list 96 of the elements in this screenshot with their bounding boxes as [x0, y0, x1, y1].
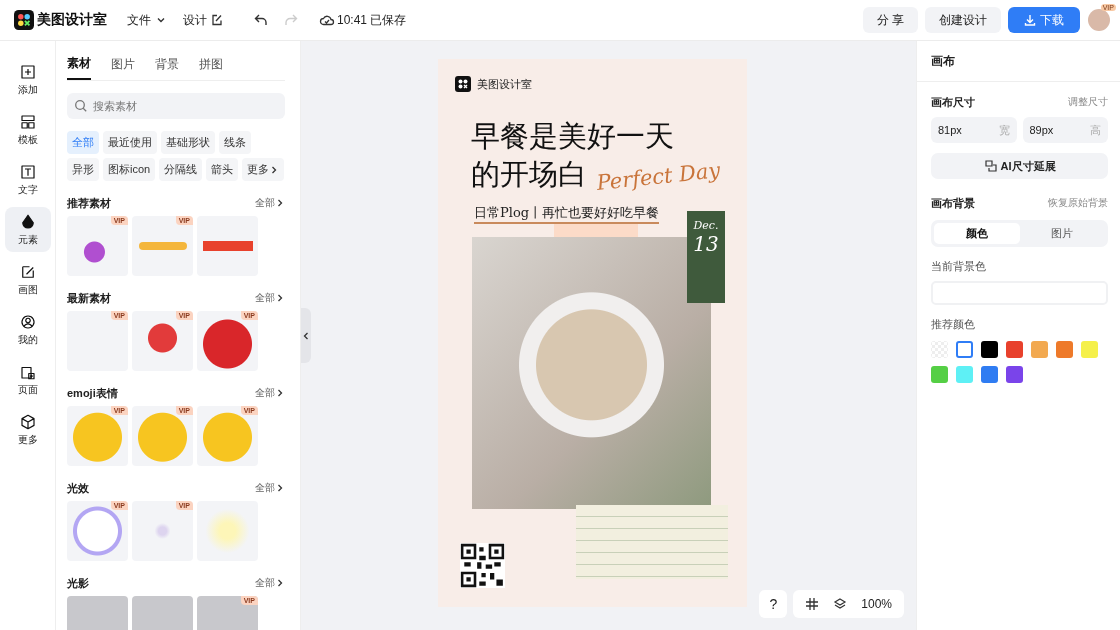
panel-tab[interactable]: 图片 — [111, 53, 135, 80]
see-all-link[interactable]: 全部 — [255, 481, 285, 495]
qr-code-drawing — [460, 543, 505, 588]
section-title: 推荐素材 — [67, 195, 111, 211]
section-title: emoji表情 — [67, 385, 118, 401]
sidebar-item[interactable]: 模板 — [4, 107, 51, 152]
poster-brand: 美图设计室 — [477, 76, 532, 92]
color-swatch[interactable] — [1006, 341, 1023, 358]
text-icon — [18, 162, 37, 181]
color-swatch[interactable] — [1081, 341, 1098, 358]
section-title: 最新素材 — [67, 290, 111, 306]
resize-icon — [983, 159, 998, 173]
chevron-right-icon — [275, 483, 285, 493]
see-all-link[interactable]: 全部 — [255, 291, 285, 305]
script-title: Perfect Day — [595, 158, 722, 195]
resize-link[interactable]: 调整尺寸 — [1068, 95, 1108, 109]
color-swatch[interactable] — [981, 341, 998, 358]
segment-tab[interactable]: 颜色 — [934, 223, 1020, 244]
filter-chip[interactable]: 箭头 — [206, 158, 239, 181]
sidebar-item[interactable]: 我的 — [4, 307, 51, 352]
asset-thumbnail[interactable] — [197, 501, 258, 561]
app-name: 美图设计室 — [37, 11, 107, 29]
sidebar-item[interactable]: 页面 — [4, 357, 51, 402]
section-label: 画布尺寸 — [931, 94, 975, 110]
ai-extend-button[interactable]: AI尺寸延展 — [931, 153, 1108, 179]
width-field[interactable]: 81px 宽 — [931, 117, 1017, 143]
filter-chip[interactable]: 基础形状 — [161, 131, 215, 154]
filter-chip[interactable]: 线条 — [219, 131, 251, 154]
filter-chip[interactable]: 全部 — [67, 131, 99, 154]
poster-canvas[interactable]: 美图设计室 早餐是美好一天 的开场白 Perfect Day 日常Plog丨再忙也要好好吃早餐 Dec. 13 — [438, 59, 747, 607]
color-swatch[interactable] — [956, 366, 973, 383]
filter-chip[interactable]: 更多 — [242, 158, 285, 181]
filter-chip[interactable]: 图标icon — [103, 158, 156, 181]
sidebar-item[interactable]: 画图 — [4, 257, 51, 302]
segment-tab[interactable]: 图片 — [1019, 223, 1105, 244]
color-swatch[interactable] — [956, 341, 973, 358]
avatar[interactable] — [1088, 9, 1110, 31]
field-label: 推荐颜色 — [931, 317, 976, 332]
collapse-handle[interactable] — [301, 308, 311, 363]
see-all-link[interactable]: 全部 — [255, 386, 285, 400]
chevron-right-icon — [275, 198, 285, 208]
edit-icon — [211, 14, 223, 26]
poster-headline: 早餐是美好一天 — [471, 118, 674, 155]
zoom-level[interactable]: 100% — [861, 597, 892, 611]
user-icon — [18, 312, 37, 331]
chevron-right-icon — [275, 388, 285, 398]
design-menu[interactable]: 设计 — [183, 11, 223, 29]
filter-chip[interactable]: 异形 — [67, 158, 99, 181]
panel-tab[interactable]: 素材 — [67, 53, 91, 80]
undo-icon[interactable] — [253, 12, 269, 28]
date-day: 13 — [693, 232, 719, 256]
inspector-title: 画布 — [917, 41, 1120, 82]
see-all-link[interactable]: 全部 — [255, 196, 285, 210]
height-field[interactable]: 89px 高 — [1022, 117, 1108, 143]
color-swatch[interactable] — [931, 366, 948, 383]
app-logo-icon — [14, 10, 34, 30]
color-swatch[interactable] — [981, 366, 998, 383]
filter-chip[interactable]: 分隔线 — [159, 158, 203, 181]
panel-tab[interactable]: 拼图 — [199, 53, 223, 80]
asset-thumbnail[interactable] — [197, 216, 258, 276]
section-label: 画布背景 — [931, 195, 975, 211]
section-title: 光影 — [67, 575, 89, 591]
color-swatch[interactable] — [1006, 366, 1023, 383]
sidebar-item[interactable]: 更多 — [4, 407, 51, 452]
sidebar-item[interactable]: 文字 — [4, 157, 51, 202]
chevron-right-icon — [275, 293, 285, 303]
restore-background-link[interactable]: 恢复原始背景 — [1048, 196, 1108, 210]
help-button[interactable]: ? — [759, 590, 788, 618]
search-input[interactable]: 搜索素材 — [93, 93, 278, 119]
sidebar-item[interactable]: 添加 — [4, 57, 51, 102]
search-icon — [74, 99, 88, 113]
date-month: Dec. — [693, 219, 719, 232]
toolbar-button[interactable]: 分 享 — [862, 7, 918, 33]
chevron-left-icon — [301, 330, 311, 341]
download-icon — [1024, 14, 1036, 26]
poster-headline: 的开场白 — [471, 156, 587, 193]
field-label: 当前背景色 — [931, 259, 987, 274]
section-title: 光效 — [67, 480, 89, 496]
layers-icon[interactable] — [833, 597, 848, 611]
brand-logo-icon — [455, 76, 471, 92]
color-swatch[interactable] — [1056, 341, 1073, 358]
sidebar-item[interactable]: 元素 — [4, 207, 51, 252]
grid-icon[interactable] — [805, 597, 820, 611]
toolbar-button[interactable]: 创建设计 — [925, 7, 1001, 33]
panel-tab[interactable]: 背景 — [155, 53, 179, 80]
download-button[interactable]: 下载 — [1008, 7, 1080, 33]
filter-chip[interactable]: 最近使用 — [103, 131, 157, 154]
add-icon — [18, 62, 37, 81]
color-swatch[interactable] — [1031, 341, 1048, 358]
see-all-link[interactable]: 全部 — [255, 576, 285, 590]
cube-icon — [18, 412, 37, 431]
template-icon — [18, 112, 37, 131]
search-field[interactable]: 搜索素材 — [67, 93, 285, 119]
file-menu[interactable]: 文件 — [127, 11, 167, 29]
chevron-right-icon — [275, 578, 285, 588]
save-status: 10:41 已保存 — [337, 11, 407, 29]
